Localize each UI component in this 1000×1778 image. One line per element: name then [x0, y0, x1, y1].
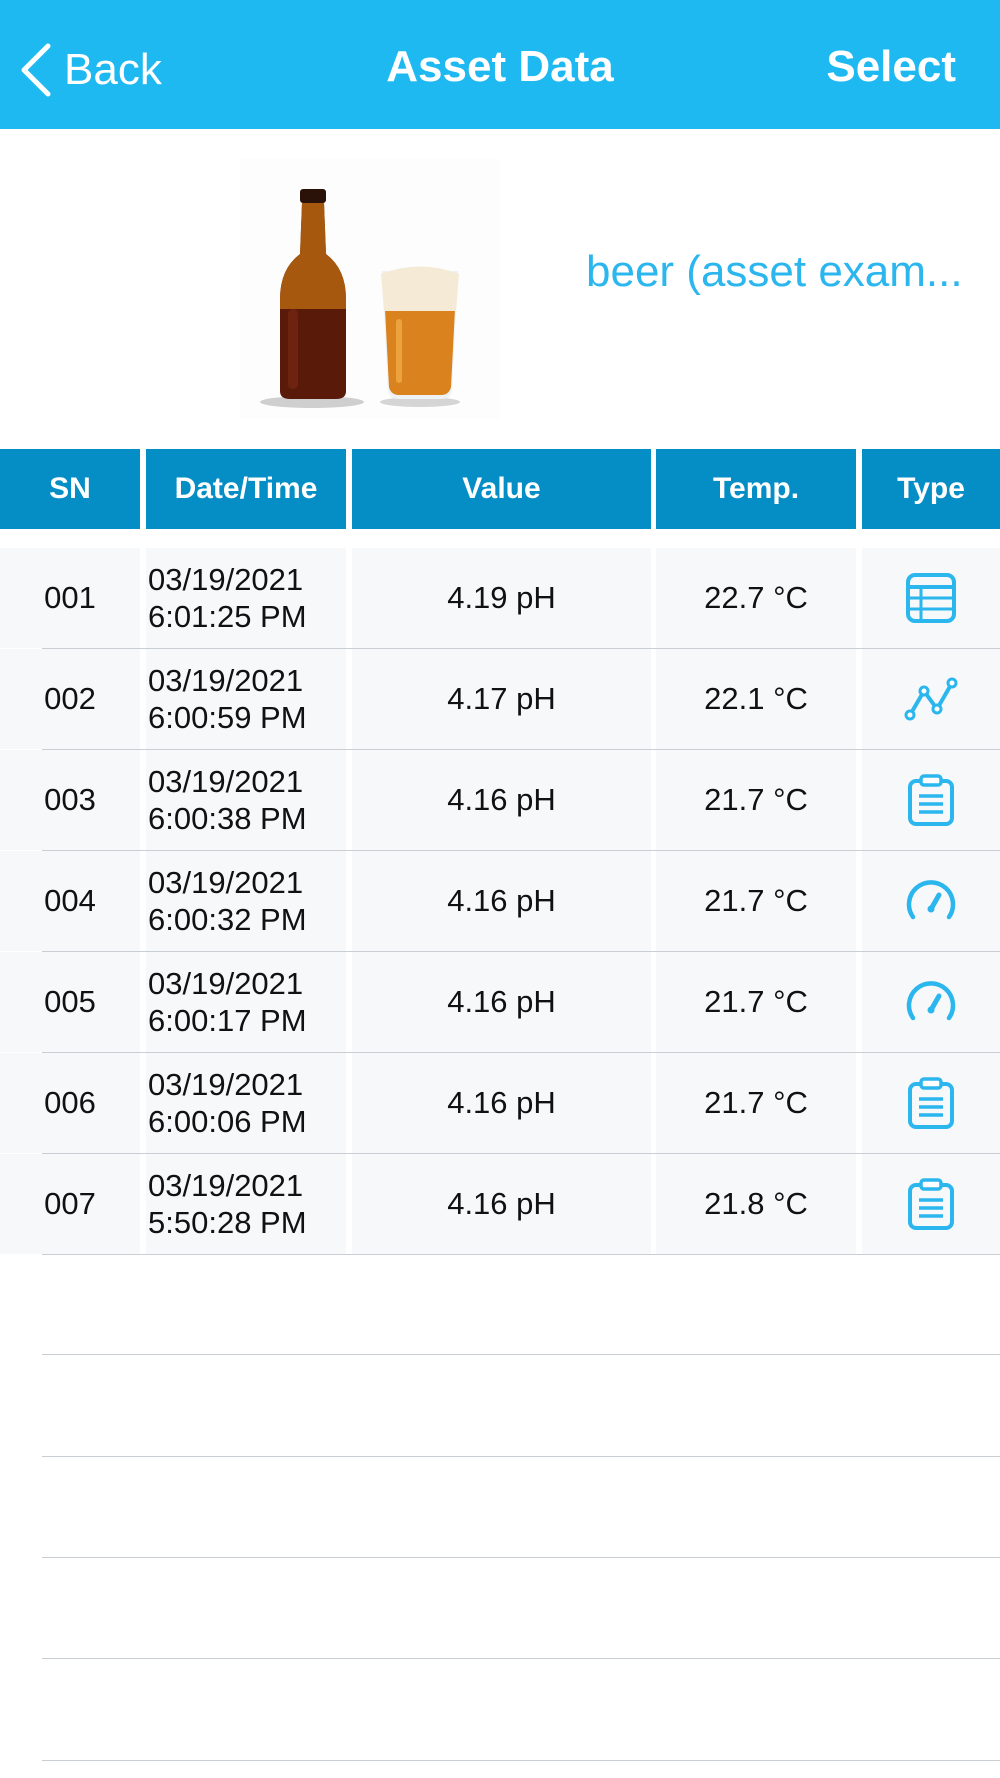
cell-value: 4.19 pH	[352, 548, 651, 648]
cell-datetime: 03/19/2021 5:50:28 PM	[146, 1154, 346, 1254]
cell-sn: 007	[0, 1154, 140, 1254]
cell-type	[862, 649, 1000, 749]
cell-temp: 22.7 °C	[656, 548, 856, 648]
table-icon[interactable]	[903, 570, 959, 626]
cell-datetime: 03/19/2021 6:01:25 PM	[146, 548, 346, 648]
cell-value: 4.16 pH	[352, 1154, 651, 1254]
table-row[interactable]: 003 03/19/2021 6:00:38 PM 4.16 pH 21.7 °C	[0, 750, 1000, 851]
table-row[interactable]: 006 03/19/2021 6:00:06 PM 4.16 pH 21.7 °C	[0, 1053, 1000, 1154]
cell-temp: 21.8 °C	[656, 1154, 856, 1254]
header-type[interactable]: Type	[862, 449, 1000, 529]
cell-datetime: 03/19/2021 6:00:32 PM	[146, 851, 346, 951]
cell-type	[862, 1154, 1000, 1254]
time-text: 6:00:17 PM	[148, 1003, 307, 1038]
clipboard-icon[interactable]	[903, 1176, 959, 1232]
row-separator	[42, 1557, 1000, 1558]
cell-value: 4.16 pH	[352, 1053, 651, 1153]
back-button[interactable]: Back	[18, 40, 162, 100]
cell-datetime: 03/19/2021 6:00:59 PM	[146, 649, 346, 749]
cell-sn: 001	[0, 548, 140, 648]
gauge-icon[interactable]	[903, 974, 959, 1030]
cell-type	[862, 952, 1000, 1052]
row-separator	[42, 1456, 1000, 1457]
table-row[interactable]: 004 03/19/2021 6:00:32 PM 4.16 pH 21.7 °C	[0, 851, 1000, 952]
clipboard-icon[interactable]	[903, 772, 959, 828]
cell-value: 4.16 pH	[352, 750, 651, 850]
row-separator	[42, 1254, 1000, 1255]
cell-datetime: 03/19/2021 6:00:38 PM	[146, 750, 346, 850]
table-header: SN Date/Time Value Temp. Type	[0, 449, 1000, 529]
back-label: Back	[64, 45, 162, 94]
row-separator	[42, 1760, 1000, 1761]
table-row[interactable]: 007 03/19/2021 5:50:28 PM 4.16 pH 21.8 °C	[0, 1154, 1000, 1255]
cell-type	[862, 750, 1000, 850]
row-separator	[42, 1354, 1000, 1355]
cell-sn: 004	[0, 851, 140, 951]
cell-value: 4.16 pH	[352, 952, 651, 1052]
row-separator	[42, 1658, 1000, 1659]
date-text: 03/19/2021	[148, 865, 304, 900]
cell-temp: 21.7 °C	[656, 750, 856, 850]
header-value[interactable]: Value	[352, 449, 651, 529]
cell-temp: 21.7 °C	[656, 851, 856, 951]
nav-bar: Back Asset Data Select	[0, 0, 1000, 129]
cell-value: 4.17 pH	[352, 649, 651, 749]
cell-datetime: 03/19/2021 6:00:06 PM	[146, 1053, 346, 1153]
cell-datetime: 03/19/2021 6:00:17 PM	[146, 952, 346, 1052]
beer-bottle-glass-image	[240, 159, 500, 419]
time-text: 5:50:28 PM	[148, 1205, 307, 1240]
table-row[interactable]: 002 03/19/2021 6:00:59 PM 4.17 pH 22.1 °C	[0, 649, 1000, 750]
cell-sn: 006	[0, 1053, 140, 1153]
date-text: 03/19/2021	[148, 663, 304, 698]
cell-type	[862, 548, 1000, 648]
gauge-icon[interactable]	[903, 873, 959, 929]
asset-summary: beer (asset exam...	[0, 129, 1000, 449]
date-text: 03/19/2021	[148, 1067, 304, 1102]
cell-sn: 005	[0, 952, 140, 1052]
date-text: 03/19/2021	[148, 562, 304, 597]
time-text: 6:00:38 PM	[148, 801, 307, 836]
header-datetime[interactable]: Date/Time	[146, 449, 346, 529]
time-text: 6:00:59 PM	[148, 700, 307, 735]
cell-temp: 22.1 °C	[656, 649, 856, 749]
table-row[interactable]: 005 03/19/2021 6:00:17 PM 4.16 pH 21.7 °C	[0, 952, 1000, 1053]
time-text: 6:00:06 PM	[148, 1104, 307, 1139]
date-text: 03/19/2021	[148, 1168, 304, 1203]
graph-icon[interactable]	[903, 671, 959, 727]
clipboard-icon[interactable]	[903, 1075, 959, 1131]
asset-name[interactable]: beer (asset exam...	[586, 247, 1000, 297]
time-text: 6:00:32 PM	[148, 902, 307, 937]
header-temp[interactable]: Temp.	[656, 449, 856, 529]
cell-sn: 003	[0, 750, 140, 850]
cell-sn: 002	[0, 649, 140, 749]
cell-type	[862, 1053, 1000, 1153]
chevron-left-icon	[21, 43, 51, 97]
cell-value: 4.16 pH	[352, 851, 651, 951]
date-text: 03/19/2021	[148, 764, 304, 799]
cell-type	[862, 851, 1000, 951]
table-row[interactable]: 001 03/19/2021 6:01:25 PM 4.19 pH 22.7 °C	[0, 548, 1000, 649]
time-text: 6:01:25 PM	[148, 599, 307, 634]
cell-temp: 21.7 °C	[656, 952, 856, 1052]
select-button[interactable]: Select	[826, 42, 956, 92]
date-text: 03/19/2021	[148, 966, 304, 1001]
cell-temp: 21.7 °C	[656, 1053, 856, 1153]
header-sn[interactable]: SN	[0, 449, 140, 529]
